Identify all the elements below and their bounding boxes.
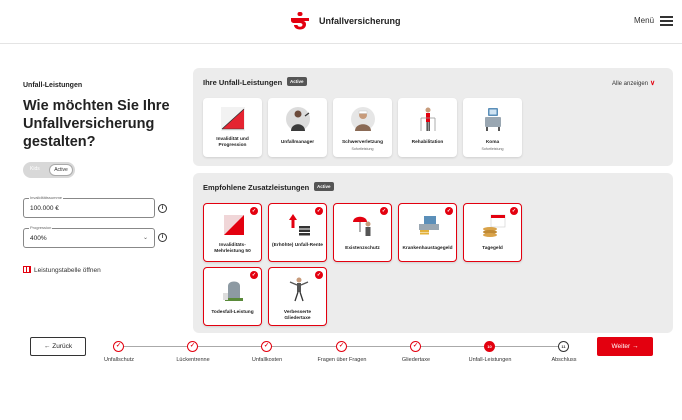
invalidity-sum-label: Invaliditätssumme (29, 195, 64, 200)
card-label: Todesfall-Leistung (211, 310, 254, 315)
show-all-label: Alle anzeigen (612, 81, 649, 87)
benefit-card-severe-injury[interactable]: Schwerverletzung Sofortleistung (333, 98, 392, 157)
my-benefits-title: Ihre Unfall-Leistungen (203, 78, 283, 87)
addon-card-accident-pension[interactable]: ✓ (Erhöhte) Unfall-Rente (268, 203, 327, 262)
rising-chart-icon (221, 107, 245, 131)
show-all-link[interactable]: Alle anzeigen ∨ (612, 79, 655, 87)
benefit-card-invalidity[interactable]: Invalidität und Progression (203, 98, 262, 157)
next-button[interactable]: Weiter → (597, 337, 653, 356)
calendar-money-icon (483, 214, 506, 237)
checkmark-icon: ✓ (380, 207, 388, 215)
benefits-table-link[interactable]: Leistungstabelle öffnen (23, 266, 101, 274)
chevron-down-icon: ∨ (650, 80, 656, 87)
checkmark-icon: ✓ (250, 271, 258, 279)
benefit-card-accident-manager[interactable]: Unfallmanager (268, 98, 327, 157)
person-stretch-icon (289, 277, 309, 302)
card-sublabel: Sofortleistung (351, 147, 374, 151)
card-label: (Erhöhte) Unfall-Rente (272, 243, 323, 248)
checkmark-icon: ✓ (315, 271, 323, 279)
step-label[interactable]: Unfallkosten (232, 357, 302, 363)
card-label: Verbesserte Gliedertaxe (283, 310, 312, 321)
arrow-left-icon: ← (43, 343, 51, 350)
step-marker[interactable]: ✓ (187, 341, 198, 352)
step-label[interactable]: Unfallschutz (84, 357, 154, 363)
addon-card-invalidity-extra[interactable]: ✓ Invaliditäts-Mehrleistung 50 (203, 203, 262, 262)
step-label[interactable]: Gliedertaxe (381, 357, 451, 363)
accident-manager-icon (286, 107, 310, 131)
page-title: Unfallversicherung (319, 16, 401, 26)
recommended-benefits-panel: Empfohlene Zusatzleistungen Active ✓ Inv… (193, 173, 673, 333)
progression-select[interactable]: Progression 400% ⌄ (23, 225, 155, 248)
card-label: Existenzschutz (345, 246, 380, 251)
card-label: Unfallmanager (280, 140, 315, 145)
step-marker[interactable]: ✓ (410, 341, 421, 352)
checkmark-icon: ✓ (315, 207, 323, 215)
step-label: Abschluss (551, 357, 577, 363)
table-icon (23, 266, 31, 273)
card-label: Koma (485, 140, 500, 145)
menu-label[interactable]: Menü (634, 16, 654, 25)
checkmark-icon: ✓ (250, 207, 258, 215)
hospital-daily-allowance-icon (419, 216, 439, 235)
rehabilitation-icon (420, 107, 436, 131)
addon-card-daily-allowance[interactable]: ✓ Tagegeld (463, 203, 522, 262)
info-icon[interactable]: i (158, 233, 167, 242)
step-label[interactable]: Fragen über Fragen (307, 357, 377, 363)
step-marker[interactable]: ✓ (336, 341, 347, 352)
benefit-card-coma[interactable]: Koma Sofortleistung (463, 98, 522, 157)
page-headline: Wie möchten Sie Ihre Unfallversicherung … (23, 98, 170, 150)
invalidity-extra-icon (224, 215, 244, 235)
my-benefits-panel: Ihre Unfall-Leistungen Active Alle anzei… (193, 68, 673, 166)
info-icon[interactable]: i (158, 204, 167, 213)
coin-stack-arrow-icon (289, 214, 310, 236)
addon-card-improved-limb-table[interactable]: ✓ Verbesserte Gliedertaxe (268, 267, 327, 326)
back-button[interactable]: ← Zurück (30, 337, 86, 356)
sparkasse-logo[interactable] (290, 12, 310, 30)
recommended-title: Empfohlene Zusatzleistungen (203, 183, 310, 192)
card-label: Invaliditäts-Mehrleistung 50 (214, 243, 251, 254)
card-label: Rehabilitation (411, 140, 444, 145)
hamburger-menu-icon[interactable] (660, 16, 673, 26)
step-marker-current: 10 (484, 341, 495, 352)
progression-label: Progression (29, 225, 53, 230)
status-badge: Active (314, 182, 334, 191)
back-button-label: Zurück (52, 343, 73, 350)
top-bar: Unfallversicherung Menü (0, 0, 682, 44)
benefit-card-rehabilitation[interactable]: Rehabilitation (398, 98, 457, 157)
hospital-bed-icon (485, 108, 501, 131)
step-marker-upcoming: 11 (558, 341, 569, 352)
step-marker[interactable]: ✓ (261, 341, 272, 352)
invalidity-sum-value: 100.000 € (30, 205, 59, 212)
addon-card-hospital-daily[interactable]: ✓ Krankenhaustagegeld (398, 203, 457, 262)
step-label: Unfall-Leistungen (468, 357, 512, 363)
status-badge: Active (287, 77, 307, 86)
chevron-down-icon: ⌄ (142, 235, 148, 241)
card-label: Krankenhaustagegeld (402, 246, 453, 251)
toggle-option-kids[interactable]: Kids (30, 166, 40, 172)
progression-value: 400% (30, 235, 47, 242)
card-sublabel: Sofortleistung (481, 147, 504, 151)
gravestone-icon (223, 281, 243, 301)
invalidity-sum-field[interactable]: Invaliditätssumme 100.000 € (23, 195, 155, 218)
injured-person-icon (351, 107, 375, 131)
section-label: Unfall-Leistungen (23, 82, 83, 89)
card-label: Invalidität und Progression (216, 137, 249, 148)
step-marker[interactable]: ✓ (113, 341, 124, 352)
arrow-right-icon: → (631, 343, 639, 350)
kids-active-toggle[interactable]: Kids Active (23, 162, 75, 178)
benefits-table-link-label: Leistungstabelle öffnen (34, 267, 101, 274)
toggle-option-active[interactable]: Active (49, 164, 73, 176)
card-label: Schwerverletzung (341, 140, 384, 145)
checkmark-icon: ✓ (445, 207, 453, 215)
addon-card-existence-protection[interactable]: ✓ Existenzschutz (333, 203, 392, 262)
checkmark-icon: ✓ (510, 207, 518, 215)
umbrella-person-icon (353, 216, 371, 236)
next-button-label: Weiter (611, 343, 631, 350)
addon-card-death-benefit[interactable]: ✓ Todesfall-Leistung (203, 267, 262, 326)
card-label: Tagegeld (482, 246, 503, 251)
step-label[interactable]: Lückentrenne (158, 357, 228, 363)
